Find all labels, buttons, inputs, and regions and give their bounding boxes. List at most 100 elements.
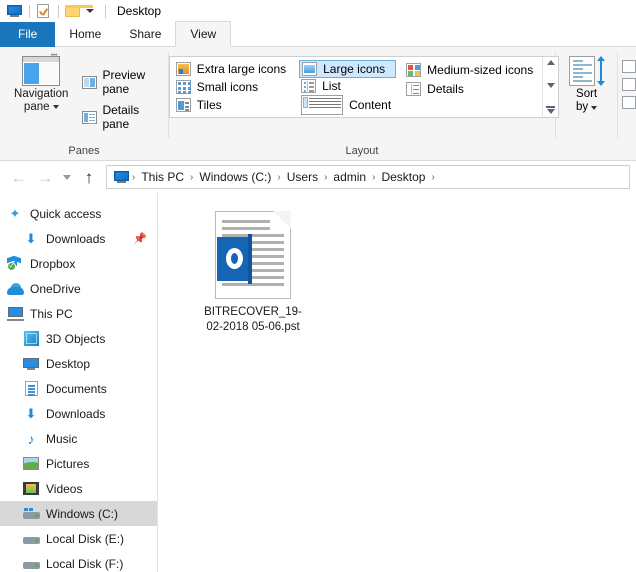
layout-column-2: Large icons List Content	[295, 57, 400, 117]
sidebar-item-this-pc[interactable]: This PC	[0, 301, 157, 326]
sidebar-item-music[interactable]: ♪ Music	[0, 426, 157, 451]
extra-large-icons-icon	[175, 62, 191, 76]
sidebar-item-local-disk-f[interactable]: Local Disk (F:)	[0, 551, 157, 572]
tab-file[interactable]: File	[0, 22, 56, 47]
layout-option-label: Large icons	[323, 61, 386, 76]
forward-button[interactable]: →	[32, 164, 58, 190]
layout-option-large-icons[interactable]: Large icons	[299, 60, 397, 78]
file-name-line1: BITRECOVER_19-	[204, 306, 302, 318]
this-pc-breadcrumb-icon[interactable]	[113, 169, 129, 185]
layout-option-label: Medium-sized icons	[427, 62, 534, 77]
layout-option-small-icons[interactable]: Small icons	[174, 78, 291, 96]
sidebar-item-videos[interactable]: Videos	[0, 476, 157, 501]
layout-option-label: Extra large icons	[196, 62, 287, 76]
file-explorer-window: Desktop File Home Share View Navigation …	[0, 0, 636, 572]
tab-home[interactable]: Home	[55, 22, 115, 47]
recent-locations-button[interactable]	[58, 174, 76, 180]
breadcrumb-item-users[interactable]: Users	[282, 170, 323, 184]
file-name-line2: 02-2018 05-06.pst	[206, 321, 300, 333]
details-pane-button[interactable]: Details pane	[82, 103, 168, 131]
sidebar-item-label: Quick access	[30, 206, 102, 221]
tab-share[interactable]: Share	[115, 22, 175, 47]
ribbon-group-panes: Navigation pane Preview pane	[0, 47, 168, 160]
file-list-area[interactable]: BITRECOVER_19- 02-2018 05-06.pst	[158, 193, 636, 572]
divider	[58, 4, 59, 18]
music-note-icon: ♪	[27, 430, 35, 447]
outlook-pst-file-icon	[215, 211, 291, 299]
gallery-expand-icon[interactable]	[546, 106, 556, 114]
sidebar-item-pictures[interactable]: Pictures	[0, 451, 157, 476]
sidebar-item-onedrive[interactable]: OneDrive	[0, 276, 157, 301]
sidebar-item-label: Downloads	[46, 231, 106, 246]
layout-column-1: Extra large icons Small icons Tiles	[170, 57, 295, 117]
up-button[interactable]: ↑	[76, 164, 102, 190]
small-icons-icon	[175, 80, 191, 94]
sidebar-item-dropbox[interactable]: ✓ Dropbox	[0, 251, 157, 276]
breadcrumb-item-admin[interactable]: admin	[328, 170, 371, 184]
clipped-option-icon[interactable]	[622, 96, 636, 109]
breadcrumb-separator: ›	[431, 171, 435, 183]
navigation-pane-button[interactable]: Navigation pane	[8, 53, 74, 131]
sidebar-item-3d-objects[interactable]: 3D Objects	[0, 326, 157, 351]
videos-icon	[22, 480, 40, 498]
sort-direction-arrow-icon	[596, 56, 605, 86]
layout-option-details[interactable]: Details	[404, 79, 538, 98]
tab-view[interactable]: View	[175, 21, 232, 47]
properties-icon[interactable]	[35, 3, 51, 19]
explorer-body: ✦ Quick access ⬇ Downloads 📌 ✓ Dropbox O…	[0, 193, 636, 572]
layout-option-extra-large-icons[interactable]: Extra large icons	[174, 60, 291, 78]
sidebar-item-downloads-quick[interactable]: ⬇ Downloads 📌	[0, 226, 157, 251]
sidebar-item-label: Music	[46, 431, 78, 446]
drive-icon	[22, 530, 40, 548]
sort-by-label-line2: by	[576, 101, 589, 113]
pin-icon[interactable]: 📌	[133, 232, 147, 245]
content-icon	[301, 94, 344, 115]
preview-pane-icon	[82, 75, 98, 89]
layout-option-medium-sized-icons[interactable]: Medium-sized icons	[404, 60, 538, 79]
download-arrow-icon: ⬇	[25, 230, 37, 246]
chevron-down-icon[interactable]	[591, 106, 598, 110]
layout-option-content[interactable]: Content	[299, 94, 396, 115]
monitor-icon[interactable]	[6, 3, 22, 19]
layout-option-label: Details	[427, 81, 464, 96]
forward-arrow-icon: →	[36, 167, 54, 187]
medium-sized-icons-icon	[406, 62, 422, 77]
divider	[105, 4, 106, 18]
sidebar-item-documents[interactable]: Documents	[0, 376, 157, 401]
3d-objects-icon	[22, 330, 40, 348]
sidebar-item-downloads[interactable]: ⬇ Downloads	[0, 401, 157, 426]
sidebar-item-windows-c[interactable]: Windows (C:)	[0, 501, 157, 526]
clipped-option-icon[interactable]	[622, 78, 636, 91]
sidebar-item-local-disk-e[interactable]: Local Disk (E:)	[0, 526, 157, 551]
onedrive-cloud-icon	[6, 280, 24, 298]
sidebar-item-label: Local Disk (E:)	[46, 531, 125, 546]
sidebar-item-label: This PC	[30, 306, 73, 321]
clipped-option-icon[interactable]	[622, 60, 636, 73]
chevron-down-icon[interactable]	[52, 104, 59, 109]
sidebar-item-desktop[interactable]: Desktop	[0, 351, 157, 376]
layout-column-3: Medium-sized icons Details	[400, 57, 542, 117]
large-icons-icon	[302, 61, 318, 76]
sidebar-item-label: 3D Objects	[46, 331, 106, 346]
folder-icon[interactable]	[64, 3, 93, 19]
layout-option-tiles[interactable]: Tiles	[174, 96, 291, 114]
back-button[interactable]: ←	[6, 164, 32, 190]
dropbox-icon: ✓	[6, 255, 24, 273]
layout-option-list[interactable]: List	[299, 78, 396, 95]
preview-pane-button[interactable]: Preview pane	[82, 68, 168, 96]
sidebar-item-label: OneDrive	[30, 281, 81, 296]
ribbon-group-clipped	[618, 47, 636, 160]
navigation-pane-label-line2: pane	[23, 101, 50, 113]
sidebar-item-quick-access[interactable]: ✦ Quick access	[0, 201, 157, 226]
star-icon: ✦	[9, 205, 21, 221]
breadcrumb[interactable]: › This PC › Windows (C:) › Users › admin…	[106, 165, 630, 189]
ribbon-tab-strip: File Home Share View	[0, 21, 636, 47]
breadcrumb-item-desktop[interactable]: Desktop	[376, 170, 430, 184]
sort-by-button[interactable]: Sort by	[568, 52, 605, 114]
breadcrumb-item-this-pc[interactable]: This PC	[136, 170, 189, 184]
breadcrumb-item-windows-c[interactable]: Windows (C:)	[194, 170, 276, 184]
scroll-down-icon[interactable]	[546, 83, 555, 88]
file-item[interactable]: BITRECOVER_19- 02-2018 05-06.pst	[198, 211, 308, 335]
preview-pane-label: Preview pane	[102, 68, 146, 96]
scroll-up-icon[interactable]	[546, 60, 555, 65]
